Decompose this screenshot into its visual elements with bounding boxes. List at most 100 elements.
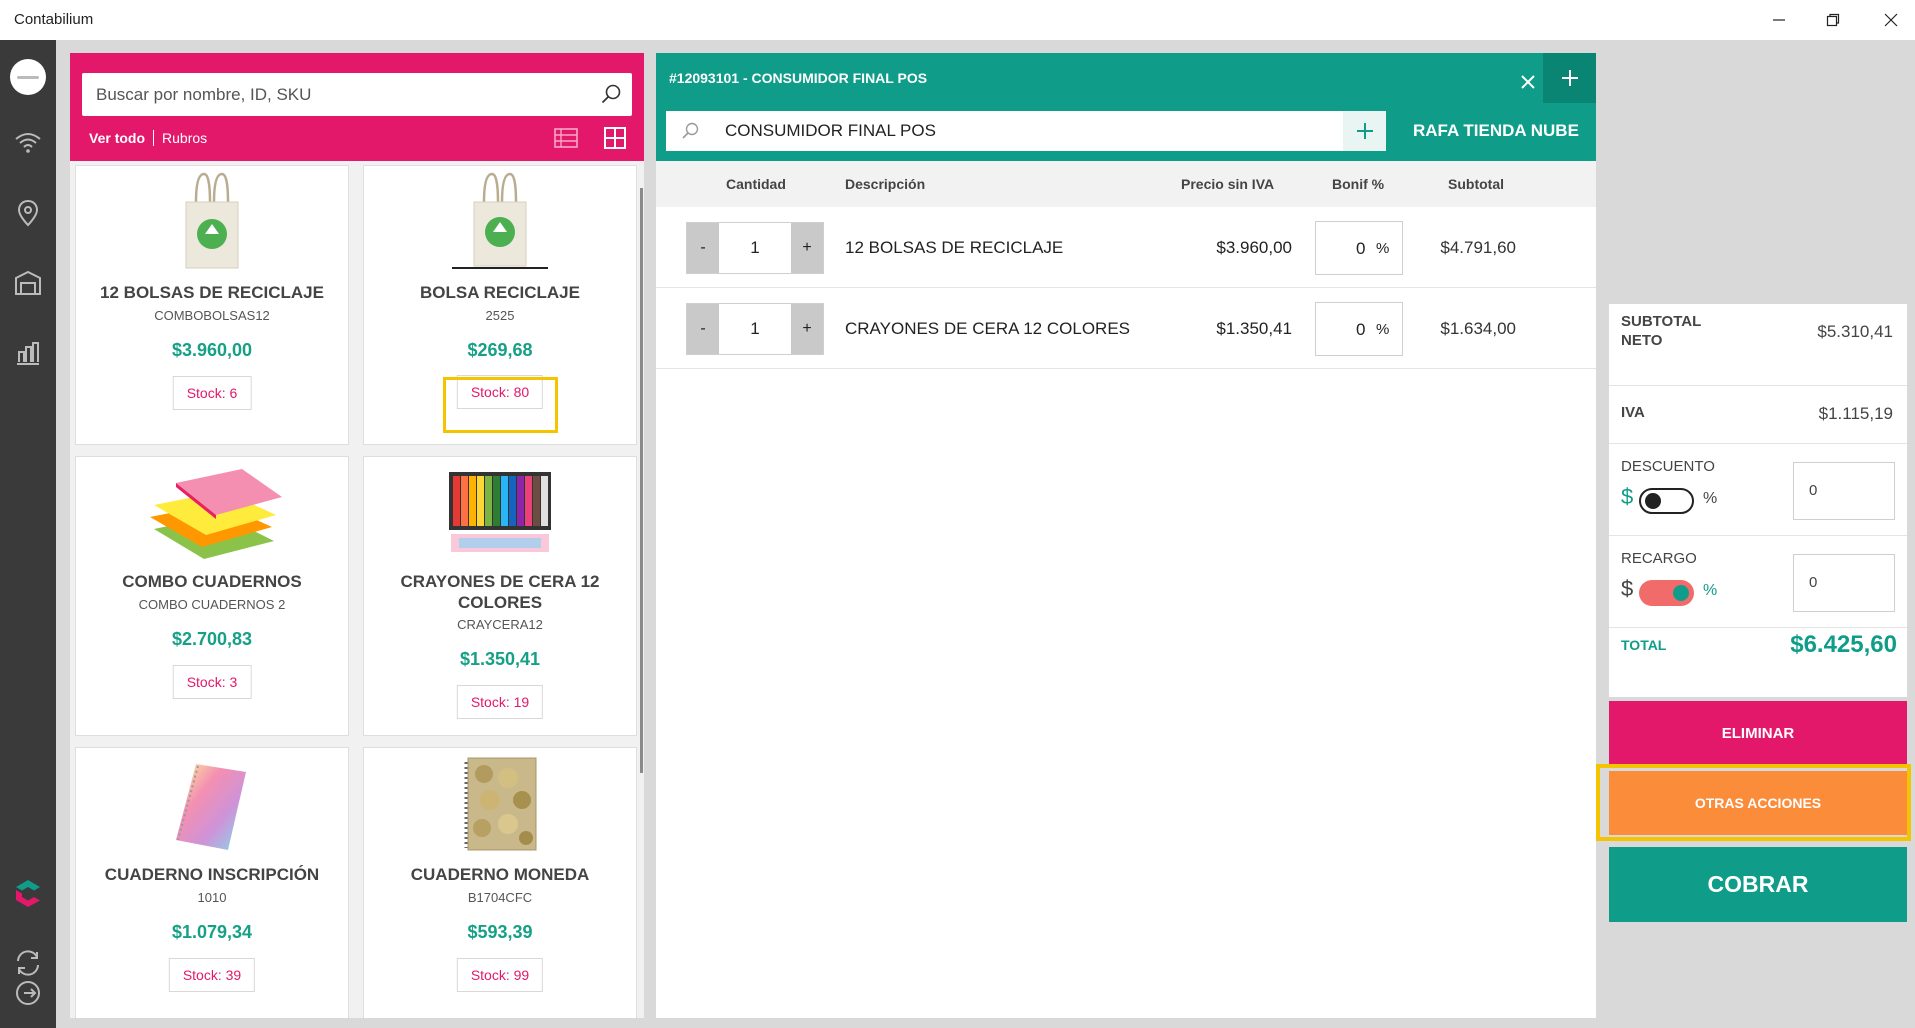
item-subtotal: $4.791,60: [1440, 238, 1516, 257]
store-selector[interactable]: RAFA TIENDA NUBE: [1413, 121, 1579, 141]
contabilium-logo-icon: [16, 880, 40, 907]
grid-view-icon[interactable]: [602, 125, 628, 151]
search-icon[interactable]: [600, 83, 622, 105]
discount-type-toggle[interactable]: [1639, 488, 1694, 514]
order-panel: #12093101 - CONSUMIDOR FINAL POS CONSUMI…: [656, 53, 1596, 1018]
discount-input[interactable]: 0: [1793, 462, 1895, 520]
charge-button[interactable]: COBRAR: [1609, 847, 1907, 922]
product-price: $593,39: [467, 922, 533, 942]
customer-selector[interactable]: CONSUMIDOR FINAL POS: [666, 111, 1386, 151]
increase-quantity-button[interactable]: +: [791, 304, 823, 354]
product-card[interactable]: CUADERNO INSCRIPCIÓN 1010 $1.079,34 Stoc…: [75, 747, 349, 1018]
decrease-quantity-button[interactable]: -: [687, 304, 719, 354]
product-stock-badge: Stock: 6: [172, 376, 252, 410]
warehouse-icon: [15, 270, 41, 295]
product-stock-badge: Stock: 19: [456, 685, 544, 719]
toggle-knob: [1673, 585, 1689, 601]
product-image: [364, 463, 636, 563]
product-sku: COMBO CUADERNOS 2: [138, 597, 286, 612]
surcharge-input[interactable]: 0: [1793, 554, 1895, 612]
surcharge-section: RECARGO $ % 0: [1609, 536, 1907, 628]
coin-notebook-icon: [464, 757, 537, 851]
table-row: - 1 + 12 BOLSAS DE RECICLAJE $3.960,00 0…: [656, 208, 1596, 288]
new-order-button[interactable]: [1543, 53, 1596, 103]
iva-value: $1.115,19: [1818, 404, 1893, 423]
notebooks-icon: [150, 469, 282, 559]
product-card[interactable]: COMBO CUADERNOS COMBO CUADERNOS 2 $2.700…: [75, 456, 349, 736]
product-card[interactable]: 12 BOLSAS DE RECICLAJE COMBOBOLSAS12 $3.…: [75, 165, 349, 445]
product-search-input[interactable]: [82, 73, 582, 116]
product-name: CUADERNO MONEDA: [410, 865, 590, 884]
chart-report-icon: [17, 342, 39, 365]
minimize-icon: [1773, 19, 1785, 21]
close-icon: [1521, 75, 1535, 89]
nav-location[interactable]: [9, 194, 47, 232]
discount-value: 0: [1356, 320, 1366, 339]
surcharge-currency-symbol: $: [1621, 576, 1634, 601]
product-stock-badge: Stock: 39: [168, 958, 256, 992]
surcharge-type-toggle[interactable]: [1639, 580, 1694, 606]
iva-section: IVA $1.115,19: [1609, 386, 1907, 444]
quantity-value[interactable]: 1: [719, 223, 791, 273]
filter-divider: [153, 130, 155, 146]
column-subtotal: Subtotal: [1448, 176, 1504, 192]
column-description: Descripción: [845, 176, 926, 192]
product-image: [76, 754, 348, 854]
close-order-button[interactable]: [1511, 65, 1545, 99]
plus-icon: [1356, 123, 1373, 139]
decrease-quantity-button[interactable]: -: [687, 223, 719, 273]
product-sku: B1704CFC: [467, 890, 533, 905]
filter-categories-link[interactable]: Rubros: [162, 130, 207, 146]
nav-reports[interactable]: [9, 334, 47, 372]
percent-sign: %: [1376, 240, 1390, 257]
increase-quantity-button[interactable]: +: [791, 223, 823, 273]
column-price: Precio sin IVA: [1181, 176, 1275, 192]
quantity-stepper: - 1 +: [686, 303, 824, 355]
nav-brand[interactable]: [9, 874, 47, 912]
discount-percent-symbol: %: [1703, 490, 1718, 507]
product-grid: 12 BOLSAS DE RECICLAJE COMBOBOLSAS12 $3.…: [70, 161, 644, 1018]
discount-label: DESCUENTO: [1621, 458, 1715, 475]
product-name: 12 BOLSAS DE RECICLAJE: [100, 283, 324, 302]
delete-order-button[interactable]: ELIMINAR: [1609, 701, 1907, 765]
catalog-scrollbar[interactable]: [640, 188, 643, 773]
close-window-button[interactable]: [1868, 6, 1914, 34]
filter-all-link[interactable]: Ver todo: [89, 130, 145, 146]
left-navigation: [0, 40, 56, 1028]
total-label: TOTAL: [1621, 637, 1667, 653]
nav-logout[interactable]: [9, 974, 47, 1012]
product-image: [364, 754, 636, 854]
column-discount: Bonif %: [1332, 176, 1385, 192]
product-card[interactable]: CUADERNO MONEDA B1704CFC $593,39 Stock: …: [363, 747, 637, 1018]
notebook-icon: [176, 764, 246, 850]
nav-wifi[interactable]: [9, 124, 47, 162]
list-view-icon[interactable]: [553, 125, 579, 151]
discount-value: 0: [1356, 239, 1366, 258]
restore-button[interactable]: [1810, 6, 1856, 34]
window-titlebar: Contabilium: [0, 0, 1915, 40]
catalog-panel: Ver todo Rubros 12 BOLSAS DE RECICLAJE C…: [70, 53, 644, 1018]
product-name: COMBO CUADERNOS: [122, 572, 302, 591]
column-quantity: Cantidad: [726, 176, 786, 192]
quantity-stepper: - 1 +: [686, 222, 824, 274]
product-card[interactable]: CRAYONES DE CERA 12 COLORES CRAYCERA12 $…: [363, 456, 637, 736]
add-customer-button[interactable]: [1343, 111, 1386, 151]
tote-bag-icon: [452, 172, 548, 269]
catalog-filters: Ver todo Rubros: [89, 130, 207, 146]
nav-warehouse[interactable]: [9, 264, 47, 302]
product-sku: 2525: [485, 308, 515, 323]
product-price: $3.960,00: [171, 340, 253, 360]
item-discount-input[interactable]: 0 %: [1315, 221, 1403, 275]
search-icon: [682, 122, 699, 139]
quantity-value[interactable]: 1: [719, 304, 791, 354]
item-discount-input[interactable]: 0 %: [1315, 302, 1403, 356]
surcharge-label: RECARGO: [1621, 550, 1697, 567]
tote-bag-icon: [185, 172, 239, 269]
product-search-box: [82, 73, 632, 116]
item-price: $3.960,00: [1216, 238, 1292, 257]
wifi-icon: [15, 133, 41, 153]
minimize-button[interactable]: [1756, 6, 1802, 34]
avatar[interactable]: [10, 59, 46, 95]
order-table-header: Cantidad Descripción Precio sin IVA Boni…: [656, 161, 1596, 207]
other-actions-highlight-box: [1596, 764, 1911, 841]
